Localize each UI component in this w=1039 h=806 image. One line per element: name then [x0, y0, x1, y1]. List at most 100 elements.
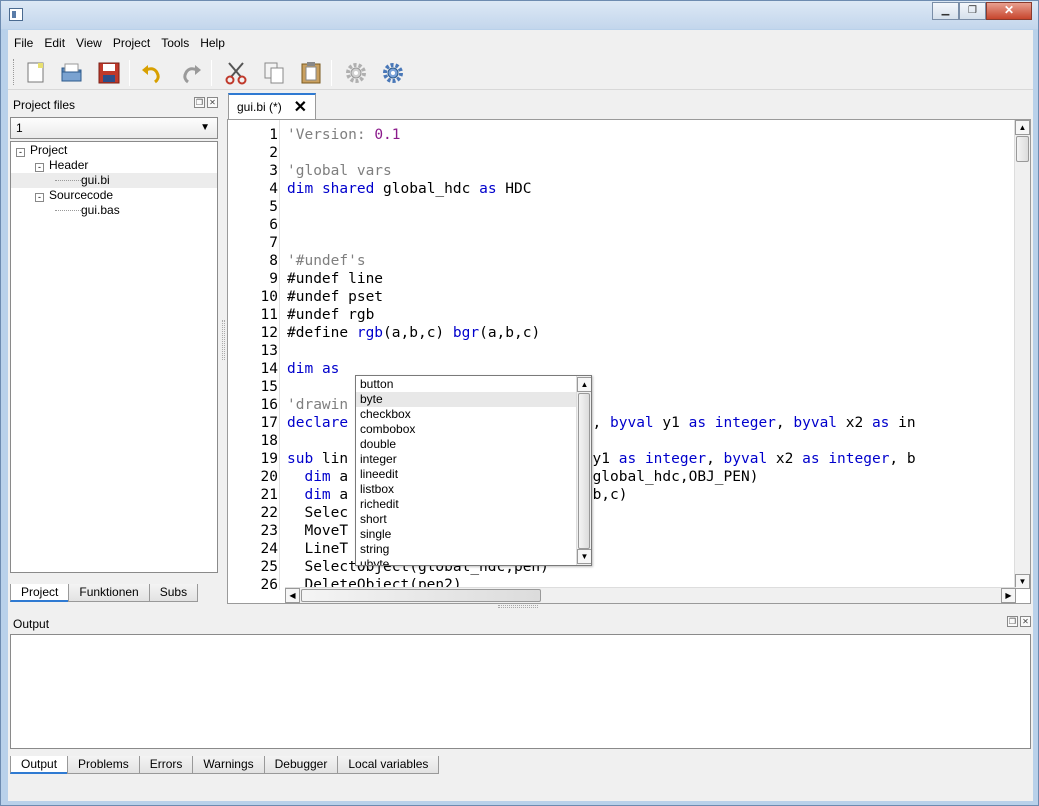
autocomplete-item[interactable]: lineedit	[356, 467, 576, 482]
line-number: 7	[269, 235, 278, 251]
toolbar-grip[interactable]	[13, 59, 16, 85]
toolbar	[8, 56, 1033, 90]
tree-item[interactable]: gui.bas	[55, 203, 120, 218]
redo-icon[interactable]	[178, 60, 204, 86]
popup-scroll-thumb[interactable]	[578, 393, 590, 549]
line-number: 17	[260, 415, 278, 431]
scroll-up-icon[interactable]: ▲	[577, 377, 591, 392]
code-line: '#undef's	[287, 253, 366, 269]
close-tab-icon[interactable]: ✕	[294, 97, 307, 117]
tab-debugger[interactable]: Debugger	[263, 756, 339, 774]
code-editor[interactable]: 1 2 3 4 5 6 7 8 9 10 11 12 13 14 15 16 17 18 19 20 21 22 23 24 2…	[227, 119, 1031, 604]
project-tree: - Project - Header gui.bi - Sourcecode gui.bas	[10, 141, 218, 573]
undo-icon[interactable]	[139, 60, 165, 86]
popup-scrollbar[interactable]: ▲ ▼	[576, 376, 591, 565]
scroll-down-icon[interactable]: ▼	[1015, 574, 1030, 589]
float-icon[interactable]: ❐	[1007, 616, 1018, 627]
autocomplete-item[interactable]: byte	[356, 392, 576, 407]
save-icon[interactable]	[96, 60, 122, 86]
project-files-panel: Project files ❐ ✕ 1 ▼ - Project - Header gui…	[8, 93, 220, 604]
menu-view[interactable]: View	[70, 33, 107, 53]
scroll-right-icon[interactable]: ▶	[1001, 588, 1016, 603]
line-number: 13	[260, 343, 278, 359]
settings-icon[interactable]	[343, 60, 369, 86]
autocomplete-item[interactable]: listbox	[356, 482, 576, 497]
line-number: 8	[269, 253, 278, 269]
close-button[interactable]: ✕	[986, 2, 1032, 20]
autocomplete-item[interactable]: integer	[356, 452, 576, 467]
line-number: 3	[269, 163, 278, 179]
line-number: 16	[260, 397, 278, 413]
menu-project[interactable]: Project	[107, 33, 155, 53]
autocomplete-item[interactable]: ubyte	[356, 557, 576, 565]
code-line: 'global vars	[287, 163, 392, 179]
tree-item[interactable]: - Sourcecode	[35, 188, 113, 203]
autocomplete-item[interactable]: combobox	[356, 422, 576, 437]
tab-warnings[interactable]: Warnings	[192, 756, 265, 774]
collapse-icon[interactable]: -	[35, 163, 44, 172]
close-icon[interactable]: ✕	[207, 97, 218, 108]
horizontal-splitter[interactable]	[498, 605, 538, 608]
paste-icon[interactable]	[298, 60, 324, 86]
close-icon[interactable]: ✕	[1020, 616, 1031, 627]
vertical-scrollbar[interactable]: ▲ ▼	[1014, 120, 1030, 589]
menu-file[interactable]: File	[8, 33, 38, 53]
scroll-left-icon[interactable]: ◀	[285, 588, 300, 603]
cut-icon[interactable]	[223, 60, 249, 86]
autocomplete-item[interactable]: short	[356, 512, 576, 527]
tree-item[interactable]: - Project	[16, 143, 67, 158]
autocomplete-item[interactable]: single	[356, 527, 576, 542]
tab-funktionen[interactable]: Funktionen	[68, 584, 150, 602]
horizontal-scrollbar[interactable]: ◀ ▶	[285, 587, 1016, 603]
line-number: 10	[260, 289, 278, 305]
line-number: 25	[260, 559, 278, 575]
autocomplete-item[interactable]: richedit	[356, 497, 576, 512]
float-icon[interactable]: ❐	[194, 97, 205, 108]
maximize-button[interactable]: ❐	[959, 2, 986, 20]
autocomplete-item[interactable]: string	[356, 542, 576, 557]
hscroll-thumb[interactable]	[301, 589, 541, 602]
autocomplete-item[interactable]: button	[356, 377, 576, 392]
menu-help[interactable]: Help	[194, 33, 230, 53]
output-text-area[interactable]	[10, 634, 1031, 749]
tab-local-variables[interactable]: Local variables	[337, 756, 440, 774]
tab-problems[interactable]: Problems	[67, 756, 140, 774]
tab-errors[interactable]: Errors	[138, 756, 194, 774]
tree-item[interactable]: - Header	[35, 158, 88, 173]
menu-edit[interactable]: Edit	[38, 33, 70, 53]
tab-gui-bi[interactable]: gui.bi (*) ✕	[228, 93, 316, 119]
tree-item-label: Header	[49, 158, 89, 172]
scroll-thumb[interactable]	[1016, 136, 1029, 162]
line-number-gutter: 1 2 3 4 5 6 7 8 9 10 11 12 13 14 15 16 17 18 19 20 21 22 23 24 2…	[228, 120, 280, 593]
build-settings-icon[interactable]	[380, 60, 406, 86]
tab-output[interactable]: Output	[10, 756, 69, 774]
collapse-icon[interactable]: -	[16, 148, 25, 157]
minimize-button[interactable]: ▁	[932, 2, 959, 20]
project-combo[interactable]: 1 ▼	[10, 117, 218, 139]
toolbar-separator	[331, 60, 332, 86]
scroll-down-icon[interactable]: ▼	[577, 549, 591, 564]
new-file-icon[interactable]	[23, 60, 49, 86]
menu-tools[interactable]: Tools	[155, 33, 194, 53]
autocomplete-item[interactable]: double	[356, 437, 576, 452]
tab-project[interactable]: Project	[10, 584, 70, 602]
tree-branch-line	[55, 204, 81, 211]
vertical-splitter[interactable]	[222, 320, 225, 360]
copy-icon[interactable]	[261, 60, 287, 86]
scroll-up-icon[interactable]: ▲	[1015, 120, 1030, 135]
open-folder-icon[interactable]	[59, 60, 85, 86]
code-line: 'Version: 0.1	[287, 127, 401, 143]
collapse-icon[interactable]: -	[35, 193, 44, 202]
line-number: 19	[260, 451, 278, 467]
tab-subs[interactable]: Subs	[148, 584, 199, 602]
tree-branch-line	[55, 174, 81, 181]
title-bar[interactable]: ▁ ❐ ✕	[1, 1, 1038, 29]
autocomplete-item[interactable]: checkbox	[356, 407, 576, 422]
tree-item[interactable]: gui.bi	[11, 173, 217, 188]
app-window: ▁ ❐ ✕ FileEditViewProjectToolsHelp	[0, 0, 1039, 806]
code-line: #define rgb(a,b,c) bgr(a,b,c)	[287, 325, 541, 341]
line-number: 9	[269, 271, 278, 287]
